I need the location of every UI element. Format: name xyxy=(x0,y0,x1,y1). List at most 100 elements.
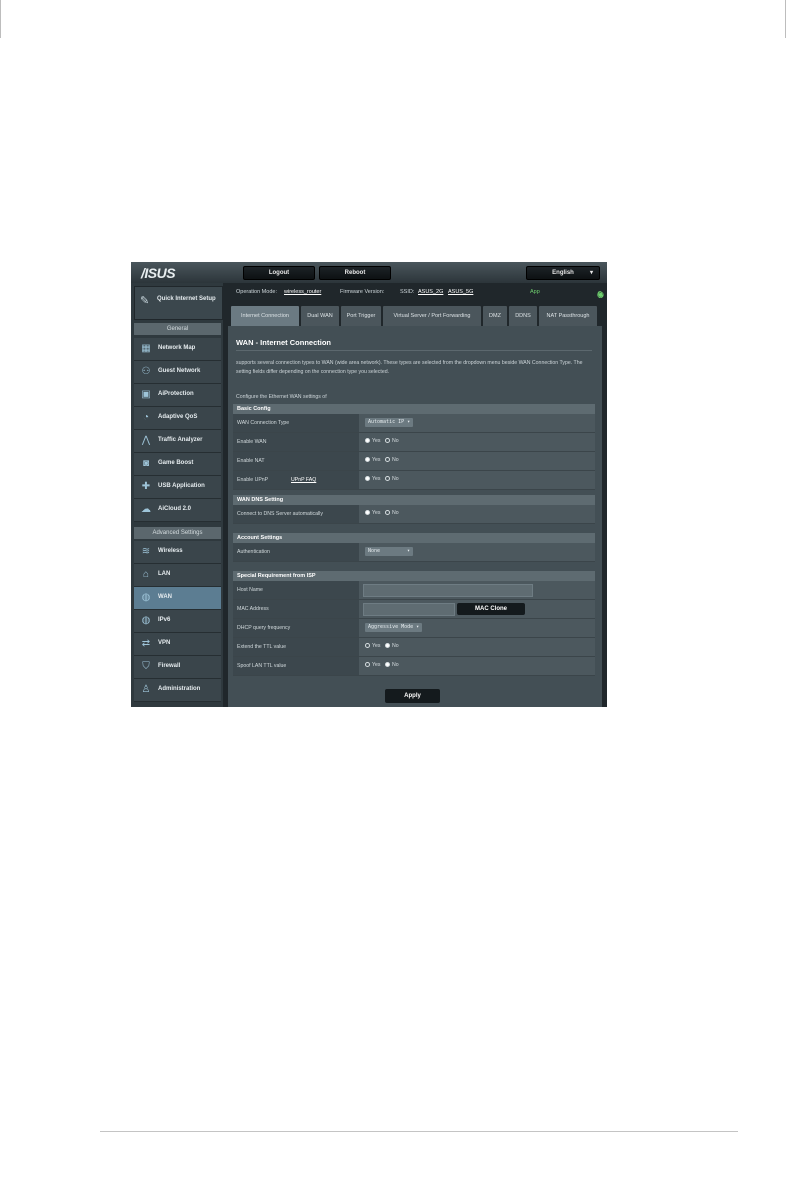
sidebar-item-wan[interactable]: ◍ WAN xyxy=(134,587,221,610)
extend-ttl-yes-radio[interactable]: Yes xyxy=(365,643,380,649)
sidebar-item-administration[interactable]: ♙ Administration xyxy=(134,679,221,702)
network-map-icon: ▦ xyxy=(141,343,151,354)
connect-dns-no-radio[interactable]: No xyxy=(385,510,399,516)
sidebar-item-ipv6[interactable]: ◍ IPv6 xyxy=(134,610,221,633)
dhcp-query-select[interactable]: Aggressive Mode ▾ xyxy=(365,623,423,632)
sidebar-item-label: Wireless xyxy=(158,548,183,554)
radio-label: No xyxy=(392,476,399,482)
sidebar-item-usb-application[interactable]: ✚ USB Application xyxy=(134,476,221,499)
main-panel: WAN - Internet Connection supports sever… xyxy=(228,326,602,707)
sidebar-item-firewall[interactable]: ⛉ Firewall xyxy=(134,656,221,679)
row-label: Connect to DNS Server automatically xyxy=(233,505,359,523)
enable-upnp-label: Enable UPnP xyxy=(237,477,269,483)
sidebar-item-label: WAN xyxy=(158,594,172,600)
ssid-label: SSID: xyxy=(400,289,415,295)
row-label: Spoof LAN TTL value xyxy=(233,657,359,675)
cloud-icon: ☁ xyxy=(141,504,151,515)
sidebar-item-adaptive-qos[interactable]: ◔ Adaptive QoS xyxy=(134,407,221,430)
sidebar-item-lan[interactable]: ⌂ LAN xyxy=(134,564,221,587)
usb-icon[interactable]: ⇋ xyxy=(597,290,607,299)
language-select[interactable]: English ▾ xyxy=(526,266,600,280)
wan-connection-type-row: WAN Connection Type Automatic IP ▾ xyxy=(233,414,595,433)
dhcp-query-row: DHCP query frequency Aggressive Mode ▾ xyxy=(233,619,595,638)
globe-icon: ◍ xyxy=(141,592,151,603)
logout-button[interactable]: Logout xyxy=(243,266,315,280)
enable-wan-yes-radio[interactable]: Yes xyxy=(365,438,380,444)
apply-button[interactable]: Apply xyxy=(385,689,440,703)
page-title: WAN - Internet Connection xyxy=(236,338,331,347)
enable-upnp-no-radio[interactable]: No xyxy=(385,476,399,482)
sidebar-item-wireless[interactable]: ≋ Wireless xyxy=(134,541,221,564)
tab-nat-passthrough[interactable]: NAT Passthrough xyxy=(538,305,598,327)
radio-dot xyxy=(385,438,390,444)
wifi-icon: ≋ xyxy=(141,546,151,557)
sidebar-item-label: Traffic Analyzer xyxy=(158,437,203,443)
row-label: Extend the TTL value xyxy=(233,638,359,656)
account-settings-group: Account Settings Authentication None ▾ xyxy=(233,533,595,562)
row-label: MAC Address xyxy=(233,600,359,618)
select-value: None xyxy=(368,548,381,554)
radio-label: No xyxy=(392,457,399,463)
row-label: Authentication xyxy=(233,543,359,561)
row-label: Enable NAT xyxy=(233,452,359,470)
tab-label: DDNS xyxy=(515,312,531,319)
enable-nat-yes-radio[interactable]: Yes xyxy=(365,457,380,463)
tab-internet-connection[interactable]: Internet Connection xyxy=(230,305,300,327)
chart-icon: ⋀ xyxy=(141,435,151,446)
quick-internet-setup-button[interactable]: ✎ Quick Internet Setup xyxy=(134,286,223,320)
row-label: Enable WAN xyxy=(233,433,359,451)
radio-dot xyxy=(365,438,370,444)
enable-wan-no-radio[interactable]: No xyxy=(385,438,399,444)
router-admin-screenshot: /ISUS Logout Reboot English ▾ ✎ Quick In… xyxy=(131,262,607,707)
gauge-icon: ◔ xyxy=(142,412,150,423)
tab-dual-wan[interactable]: Dual WAN xyxy=(300,305,340,327)
sidebar-item-label: Adaptive QoS xyxy=(158,414,198,420)
group-header: WAN DNS Setting xyxy=(233,495,595,505)
sidebar-item-network-map[interactable]: ▦ Network Map xyxy=(134,338,221,361)
sidebar-item-traffic-analyzer[interactable]: ⋀ Traffic Analyzer xyxy=(134,430,221,453)
sidebar-item-guest-network[interactable]: ⚇ Guest Network xyxy=(134,361,221,384)
gamepad-icon: ◙ xyxy=(142,458,150,469)
extend-ttl-no-radio[interactable]: No xyxy=(385,643,399,649)
lock-icon: ▣ xyxy=(141,389,151,400)
sidebar-item-aiprotection[interactable]: ▣ AiProtection xyxy=(134,384,221,407)
chevron-down-icon: ▾ xyxy=(407,419,411,425)
spoof-ttl-no-radio[interactable]: No xyxy=(385,662,399,668)
tab-port-trigger[interactable]: Port Trigger xyxy=(340,305,382,327)
upnp-faq-link[interactable]: UPnP FAQ xyxy=(291,471,316,489)
ssid-5g-link[interactable]: ASUS_5G xyxy=(448,289,473,295)
reboot-button[interactable]: Reboot xyxy=(319,266,391,280)
tab-label: DMZ xyxy=(489,312,501,319)
spoof-ttl-yes-radio[interactable]: Yes xyxy=(365,662,380,668)
row-label: DHCP query frequency xyxy=(233,619,359,637)
sidebar-item-game-boost[interactable]: ◙ Game Boost xyxy=(134,453,221,476)
footer-rule xyxy=(100,1131,738,1132)
app-label[interactable]: App xyxy=(530,289,540,295)
tab-dmz[interactable]: DMZ xyxy=(482,305,508,327)
status-bar: Operation Mode: wireless_router Firmware… xyxy=(228,286,604,300)
group-header: Basic Config xyxy=(233,404,595,414)
host-name-row: Host Name xyxy=(233,581,595,600)
authentication-row: Authentication None ▾ xyxy=(233,543,595,562)
enable-nat-no-radio[interactable]: No xyxy=(385,457,399,463)
radio-label: Yes xyxy=(372,457,381,463)
sidebar-item-vpn[interactable]: ⇄ VPN xyxy=(134,633,221,656)
mac-address-input[interactable] xyxy=(363,603,455,616)
radio-dot xyxy=(385,510,390,516)
mac-clone-button[interactable]: MAC Clone xyxy=(457,603,525,615)
connect-dns-yes-radio[interactable]: Yes xyxy=(365,510,380,516)
quick-setup-label: Quick Internet Setup xyxy=(157,296,216,302)
operation-mode-link[interactable]: wireless_router xyxy=(284,289,321,295)
radio-label: Yes xyxy=(372,510,381,516)
tab-virtual-server[interactable]: Virtual Server / Port Forwarding xyxy=(382,305,482,327)
wan-connection-type-select[interactable]: Automatic IP ▾ xyxy=(365,418,414,427)
authentication-select[interactable]: None ▾ xyxy=(365,547,413,556)
sidebar-item-aicloud[interactable]: ☁ AiCloud 2.0 xyxy=(134,499,221,522)
sidebar-item-label: Guest Network xyxy=(158,368,201,374)
enable-upnp-yes-radio[interactable]: Yes xyxy=(365,476,380,482)
tab-ddns[interactable]: DDNS xyxy=(508,305,538,327)
host-name-input[interactable] xyxy=(363,584,533,597)
mac-address-row: MAC Address MAC Clone xyxy=(233,600,595,619)
ssid-2g-link[interactable]: ASUS_2G xyxy=(418,289,443,295)
enable-nat-row: Enable NAT Yes No xyxy=(233,452,595,471)
